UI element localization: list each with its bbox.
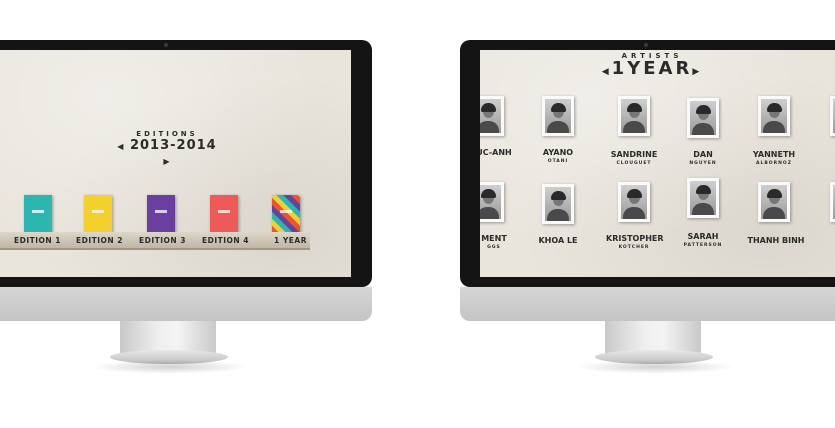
artist-photo[interactable] [758,96,790,136]
logo-icon [280,210,292,213]
logo-icon [32,210,44,213]
artist-photo[interactable] [542,96,574,136]
edition-1-label[interactable]: EDITION 1 [14,236,61,245]
left-monitor-bezel: EDITIONS ◀ 2013-2014 ▶ EDITION 1 EDITION… [0,40,372,287]
artist-photo[interactable] [830,96,835,136]
left-monitor-chin [0,287,372,321]
editions-year-range: 2013-2014 [129,138,217,153]
right-monitor: ARTISTS ◀1YEAR▶ UC-ANH AYANOOTANI SANDRI… [455,0,835,428]
artist-photo[interactable] [687,178,719,218]
artist-photo[interactable] [480,182,504,222]
one-year-label[interactable]: 1 YEAR [274,236,307,245]
edition-4-cover[interactable] [210,195,238,233]
editions-heading-big: ◀ 2013-2014 ▶ [112,138,222,168]
logo-icon [92,210,104,213]
one-year-cover[interactable] [272,195,300,233]
artist-name[interactable]: SANDRINE CLOUGUET [608,150,660,168]
edition-3-label[interactable]: EDITION 3 [139,236,186,245]
edition-3-cover[interactable] [147,195,175,233]
artist-photo[interactable] [830,182,835,222]
edition-2-label[interactable]: EDITION 2 [76,236,123,245]
artist-photo[interactable] [542,184,574,224]
edition-1-cover[interactable] [24,195,52,233]
right-monitor-chin [460,287,835,321]
artist-name[interactable]: KHOA LE [536,236,580,245]
artist-name[interactable]: THANH BINH [746,236,806,245]
logo-icon [155,210,167,213]
right-monitor-bezel: ARTISTS ◀1YEAR▶ UC-ANH AYANOOTANI SANDRI… [460,40,835,287]
artist-name[interactable]: KRISTOPHER KOTCHER [606,234,664,252]
artist-name[interactable]: MENT GGS [480,234,516,252]
right-camera-icon [644,43,648,47]
edition-4-label[interactable]: EDITION 4 [202,236,249,245]
artist-photo[interactable] [618,96,650,136]
right-screen: ARTISTS ◀1YEAR▶ UC-ANH AYANOOTANI SANDRI… [480,50,835,277]
logo-icon [218,210,230,213]
arrow-right-icon: ▶ [163,157,171,166]
artist-photo[interactable] [758,182,790,222]
artists-heading: ARTISTS ◀1YEAR▶ [592,52,712,81]
artists-heading-big: ◀1YEAR▶ [592,60,712,81]
editions-heading-small: EDITIONS [136,130,198,138]
editions-heading: EDITIONS ◀ 2013-2014 ▶ [112,130,222,168]
artist-name[interactable]: UC-ANH [480,148,516,157]
artist-name[interactable]: SARAH PATTERSON [679,232,727,250]
artists-heading-year: 1YEAR [611,58,693,79]
left-screen: EDITIONS ◀ 2013-2014 ▶ EDITION 1 EDITION… [0,50,351,277]
edition-2-cover[interactable] [84,195,112,233]
artist-name[interactable]: DAN NGUYEN [681,150,725,168]
arrow-right-icon: ▶ [692,67,703,77]
left-monitor-shadow [90,360,250,374]
artist-name[interactable]: AYANO OTANI [536,148,580,166]
artist-photo[interactable] [687,98,719,138]
arrow-left-icon: ◀ [601,67,612,77]
artist-name[interactable]: YANNETH ALBORNOZ [748,150,800,168]
arrow-left-icon: ◀ [117,142,125,151]
left-monitor: EDITIONS ◀ 2013-2014 ▶ EDITION 1 EDITION… [0,0,380,428]
artist-photo[interactable] [618,182,650,222]
right-monitor-shadow [575,360,735,374]
left-camera-icon [164,43,168,47]
artist-photo[interactable] [480,96,504,136]
